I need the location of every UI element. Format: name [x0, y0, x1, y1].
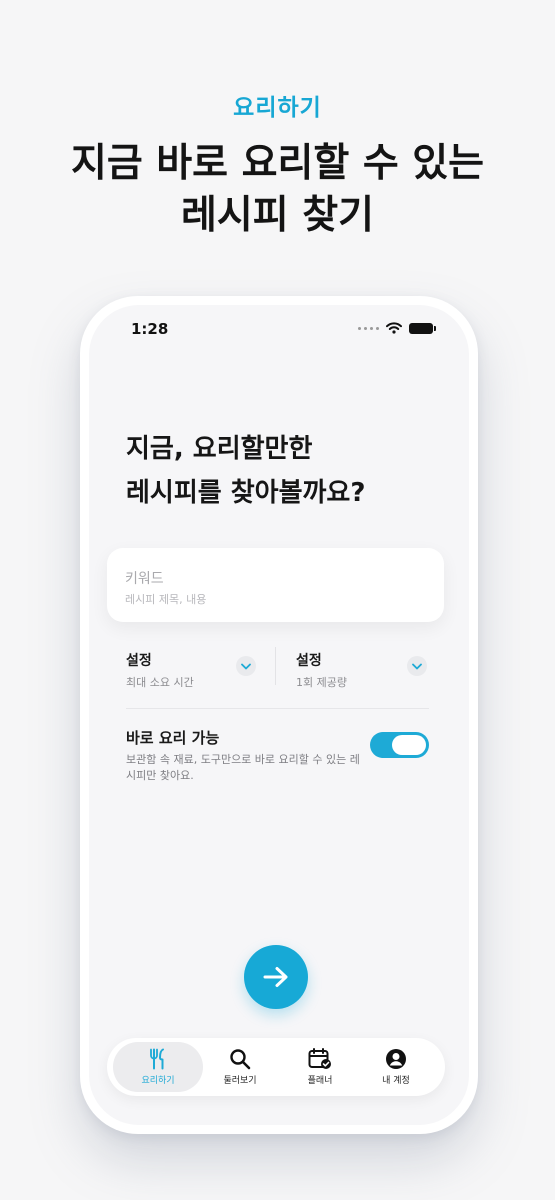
keyword-hint: 레시피 제목, 내용 [125, 593, 207, 606]
toggle-knob [392, 735, 426, 755]
headline: 지금, 요리할만한 레시피를 찾아볼까요? [126, 427, 365, 515]
cook-now-description: 보관함 속 재료, 도구만으로 바로 요리할 수 있는 레시피만 찾아요. [126, 753, 360, 782]
tab-label: 둘러보기 [223, 1076, 257, 1086]
tab-bar: 요리하기 둘러보기 플래너 내 계정 [107, 1038, 445, 1096]
max-time-setting[interactable]: 설정 최대 소요 시간 [126, 650, 276, 694]
tab-label: 내 계정 [382, 1076, 410, 1086]
wifi-icon [386, 322, 402, 334]
chevron-down-icon[interactable] [407, 656, 427, 676]
search-icon [230, 1049, 251, 1070]
arrow-right-icon [263, 967, 288, 987]
status-icons [358, 322, 436, 334]
promo-title-line1: 지금 바로 요리할 수 있는 [70, 141, 485, 186]
status-bar: 1:28 [89, 305, 469, 353]
tab-browse[interactable]: 둘러보기 [195, 1042, 285, 1092]
section-divider [126, 708, 429, 709]
chevron-down-icon[interactable] [236, 656, 256, 676]
setting-value: 1회 제공량 [296, 676, 347, 689]
tab-label: 플래너 [307, 1076, 333, 1086]
account-icon [386, 1049, 406, 1069]
utensils-icon [150, 1048, 164, 1070]
phone-frame: 1:28 지금, 요리할만한 레시피를 찾아볼까요? 키워드 레시피 제목, 내… [80, 296, 478, 1134]
phone-screen: 1:28 지금, 요리할만한 레시피를 찾아볼까요? 키워드 레시피 제목, 내… [89, 305, 469, 1125]
cook-now-toggle[interactable] [370, 732, 429, 758]
settings-divider [275, 647, 276, 685]
headline-line2: 레시피를 찾아볼까요? [126, 478, 366, 508]
calendar-check-icon [308, 1048, 331, 1069]
promo-tag: 요리하기 [233, 95, 322, 121]
battery-icon [409, 322, 436, 334]
dots-icon [358, 326, 379, 330]
tab-account[interactable]: 내 계정 [351, 1042, 441, 1092]
keyword-input[interactable]: 키워드 레시피 제목, 내용 [107, 548, 444, 622]
next-button[interactable] [244, 945, 308, 1009]
promo-title-line2: 레시피 찾기 [181, 193, 374, 238]
headline-line1: 지금, 요리할만한 [126, 434, 313, 464]
servings-setting[interactable]: 설정 1회 제공량 [296, 650, 446, 694]
promo-title: 지금 바로 요리할 수 있는 레시피 찾기 [0, 138, 555, 242]
keyword-label: 키워드 [125, 571, 164, 587]
tab-label: 요리하기 [141, 1076, 175, 1086]
setting-value: 최대 소요 시간 [126, 676, 194, 689]
status-time: 1:28 [131, 320, 169, 338]
tab-cooking[interactable]: 요리하기 [113, 1042, 203, 1092]
cook-now-title: 바로 요리 가능 [126, 729, 220, 747]
